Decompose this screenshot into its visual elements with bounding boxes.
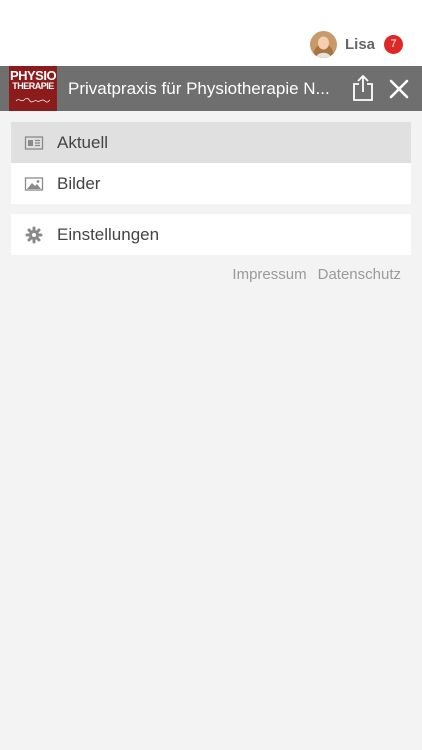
logo-line2: THERAPIE [12,81,54,91]
share-icon[interactable] [350,73,376,103]
header-bar: PHYSIO THERAPIE Privatpraxis für Physiot… [0,66,422,111]
content-area [11,296,411,750]
gear-icon [11,214,57,255]
datenschutz-link[interactable]: Datenschutz [318,266,401,283]
menu-label-einstellungen: Einstellungen [57,224,160,244]
menu-item-bilder[interactable]: Bilder [11,163,411,204]
impressum-link[interactable]: Impressum [232,266,306,283]
menu-group-settings: Einstellungen [11,214,411,255]
news-icon [11,122,57,163]
avatar[interactable] [309,30,337,58]
notification-badge[interactable]: 7 [384,34,403,54]
page-title: Privatpraxis für Physiotherapie N... [68,79,330,98]
footer-links: Impressum Datenschutz [221,266,401,283]
close-button[interactable] [386,76,412,102]
share-button[interactable] [350,73,376,103]
image-icon [11,163,57,204]
user-profile[interactable]: Lisa 7 [309,30,403,58]
top-bar: Lisa 7 [0,0,422,66]
menu-item-aktuell[interactable]: Aktuell [11,122,411,163]
user-name[interactable]: Lisa [345,36,375,53]
logo-signature [15,97,51,103]
close-icon[interactable] [386,76,412,102]
menu-group-main: Aktuell Bilder [11,122,411,204]
menu-item-einstellungen[interactable]: Einstellungen [11,214,411,255]
menu-label-bilder: Bilder [57,173,101,193]
menu-label-aktuell: Aktuell [57,132,109,152]
practice-logo: PHYSIO THERAPIE [9,66,57,111]
